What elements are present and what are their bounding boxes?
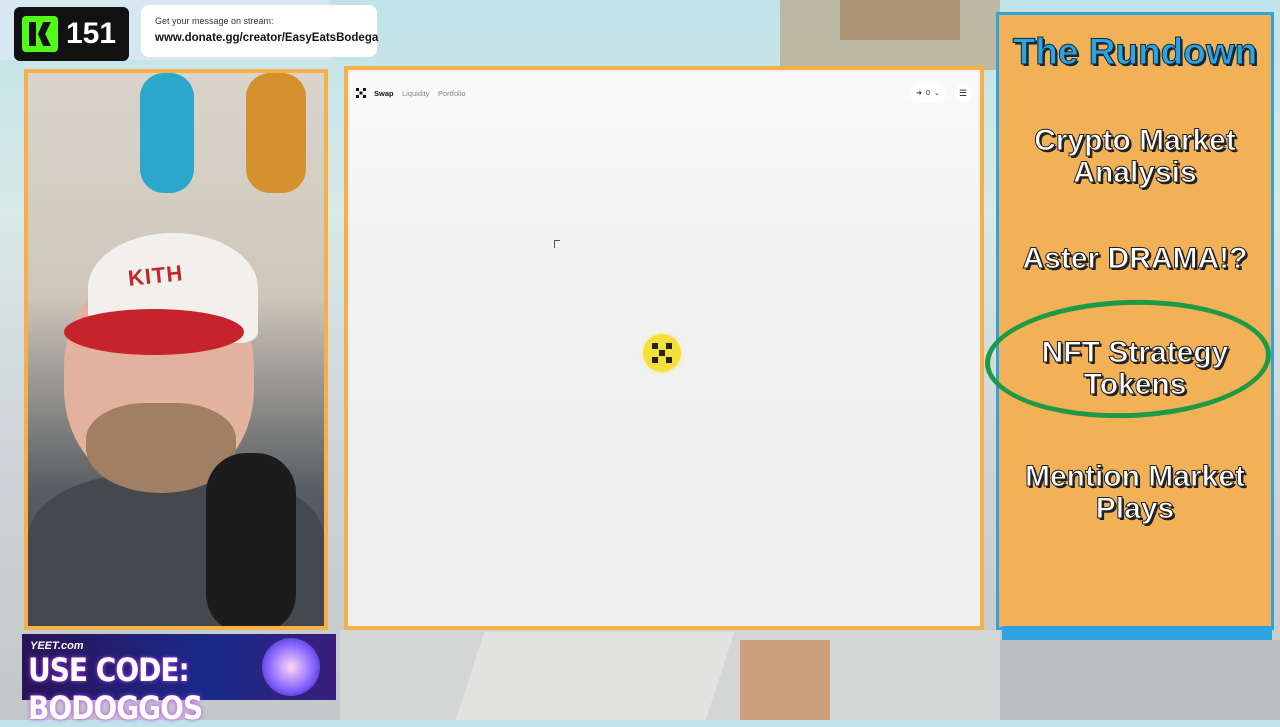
wallet-balance: 0 bbox=[926, 89, 930, 97]
app-logo-icon[interactable] bbox=[356, 88, 366, 98]
wallet-icon: ➜ bbox=[916, 90, 923, 97]
hamburger-icon: ☰ bbox=[958, 87, 968, 98]
wallet-button[interactable]: ➜ 0 ⌄ bbox=[910, 84, 946, 102]
viewer-count: 151 bbox=[66, 17, 117, 50]
app-navbar: Swap Liquidity Portfolio ➜ 0 ⌄ ☰ bbox=[350, 82, 978, 104]
nav-tab-swap[interactable]: Swap bbox=[374, 89, 394, 98]
skateboard-decoration bbox=[246, 73, 306, 193]
app-logo-icon bbox=[652, 343, 672, 363]
background-floor-stripe bbox=[455, 632, 735, 720]
nav-tab-portfolio[interactable]: Portfolio bbox=[438, 89, 466, 98]
sponsor-banner: YEET.com USE CODE: BODOGGOS bbox=[22, 634, 336, 727]
menu-button[interactable]: ☰ bbox=[954, 84, 972, 102]
webcam-feed: KITH bbox=[24, 69, 328, 630]
chevron-down-icon: ⌄ bbox=[933, 90, 940, 97]
rundown-item: Crypto Market Analysis bbox=[1034, 124, 1237, 189]
rundown-title: The Rundown bbox=[1012, 31, 1258, 73]
nav-tab-liquidity[interactable]: Liquidity bbox=[402, 89, 430, 98]
rundown-item: Mention Market Plays bbox=[1024, 460, 1246, 525]
rundown-footer-bar bbox=[1002, 626, 1272, 640]
skateboard-decoration bbox=[140, 73, 194, 193]
mascot-avatar bbox=[262, 638, 320, 696]
mouse-cursor-icon bbox=[554, 240, 560, 248]
streamer-cap-brim bbox=[64, 309, 244, 355]
browser-window: Swap Liquidity Portfolio ➜ 0 ⌄ ☰ bbox=[344, 66, 984, 630]
background-counter bbox=[1000, 640, 1280, 720]
microphone bbox=[206, 453, 296, 626]
donate-url[interactable]: www.donate.gg/creator/EasyEatsBodega bbox=[155, 32, 378, 44]
kick-logo-icon bbox=[22, 16, 58, 52]
background-crate bbox=[740, 640, 830, 720]
donate-box: Get your message on stream: www.donate.g… bbox=[141, 5, 378, 57]
app-viewport: Swap Liquidity Portfolio ➜ 0 ⌄ ☰ bbox=[350, 72, 978, 624]
viewer-counter: 151 bbox=[14, 7, 129, 61]
donate-prompt: Get your message on stream: bbox=[155, 16, 274, 26]
loading-spinner bbox=[643, 334, 681, 372]
background-crate bbox=[840, 0, 960, 40]
rundown-item: Aster DRAMA!? bbox=[1022, 242, 1248, 275]
